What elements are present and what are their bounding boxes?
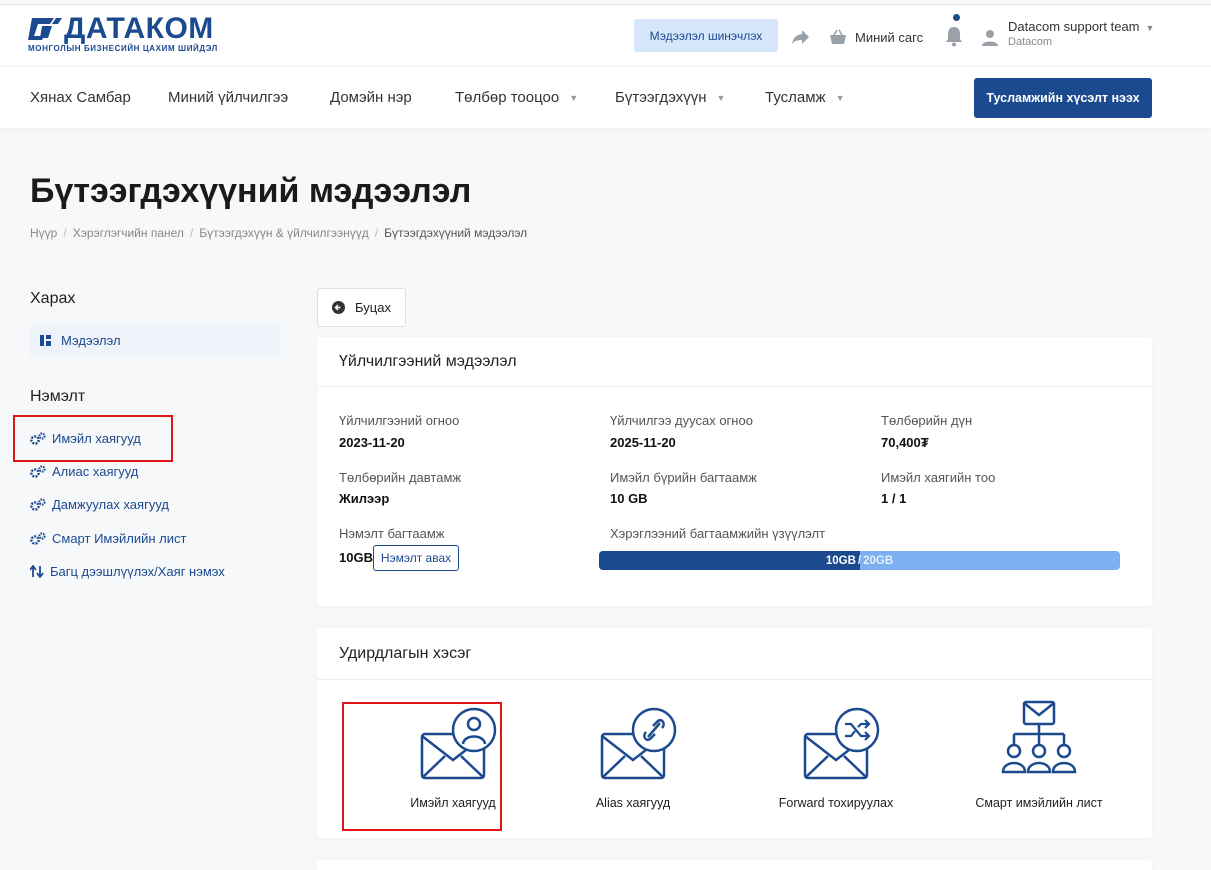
chevron-down-icon: ▼ bbox=[835, 92, 845, 103]
tool-forward-setup[interactable]: Forward тохируулах bbox=[756, 698, 916, 828]
field-value: 10 GB bbox=[610, 491, 648, 506]
buy-extra-capacity-button[interactable]: Нэмэлт авах bbox=[373, 545, 459, 571]
open-support-ticket-button[interactable]: Тусламжийн хүсэлт нээх bbox=[974, 78, 1152, 118]
nav-dashboard[interactable]: Хянах Самбар bbox=[30, 89, 131, 106]
usage-used: 10GB bbox=[825, 554, 856, 567]
update-info-button[interactable]: Мэдээлэл шинэчлэх bbox=[634, 19, 778, 52]
breadcrumb-products[interactable]: Бүтээгдэхүүн & үйлчилгээнүүд bbox=[199, 226, 369, 240]
back-button[interactable]: Буцах bbox=[317, 288, 406, 327]
email-link-icon bbox=[600, 707, 677, 780]
sidebar-item-info[interactable]: Мэдээлэл bbox=[30, 324, 280, 357]
field-label: Төлбөрийн давтамж bbox=[339, 470, 462, 485]
nav-support[interactable]: Тусламж ▼ bbox=[765, 89, 845, 106]
chevron-down-icon: ▼ bbox=[716, 92, 726, 103]
gears-icon bbox=[30, 465, 46, 478]
sidebar-item-upgrade-package[interactable]: Багц дээшлүүлэх/Хаяг нэмэх bbox=[30, 564, 225, 579]
extra-capacity-label: Нэмэлт багтаамж bbox=[339, 526, 445, 541]
tool-alias-addresses[interactable]: Alias хаягууд bbox=[553, 698, 713, 828]
gears-icon bbox=[30, 532, 46, 545]
tool-smart-email-list[interactable]: Смарт имэйлийн лист bbox=[959, 698, 1119, 828]
field-label: Имэйл хаягийн тоо bbox=[881, 470, 996, 485]
sidebar-extra-heading: Нэмэлт bbox=[30, 388, 86, 405]
share-arrow-icon[interactable] bbox=[792, 29, 810, 45]
usage-total: 20GB bbox=[863, 554, 894, 567]
usage-progress-bar: 10GB / 20GB bbox=[599, 551, 1120, 570]
sidebar-item-alias-addresses[interactable]: Алиас хаягууд bbox=[30, 464, 138, 479]
logo-mark-icon bbox=[28, 18, 62, 40]
highlight-box bbox=[13, 415, 173, 462]
arrow-left-circle-icon bbox=[332, 301, 346, 314]
breadcrumb-client-area[interactable]: Хэрэглэгчийн панел bbox=[73, 226, 184, 240]
dashboard-icon bbox=[40, 335, 51, 346]
service-info-heading: Үйлчилгээний мэдээлэл bbox=[317, 337, 1152, 387]
highlight-box bbox=[342, 702, 502, 831]
field-value: 70,400₮ bbox=[881, 435, 929, 450]
field-label: Имэйл бүрийн багтаамж bbox=[610, 470, 757, 485]
page-title: Бүтээгдэхүүний мэдээлэл bbox=[30, 172, 472, 210]
bell-icon[interactable] bbox=[945, 25, 963, 47]
cart-label: Миний сагс bbox=[855, 29, 924, 45]
sort-arrows-icon bbox=[30, 565, 44, 578]
my-cart-link[interactable]: Миний сагс bbox=[829, 29, 923, 45]
notification-dot bbox=[953, 14, 960, 21]
nav-billing[interactable]: Төлбөр тооцоо ▼ bbox=[455, 89, 578, 106]
usage-progress-text: 10GB / 20GB bbox=[599, 551, 1120, 570]
next-card bbox=[317, 860, 1152, 870]
gears-icon bbox=[30, 498, 46, 511]
logo-text: ДАТАКОМ bbox=[64, 12, 214, 45]
breadcrumb-separator: / bbox=[189, 226, 194, 240]
chevron-down-icon: ▼ bbox=[569, 92, 579, 103]
breadcrumb-home[interactable]: Нүүр bbox=[30, 226, 57, 240]
field-value: Жилээр bbox=[339, 491, 390, 506]
logo-subtitle: МОНГОЛЫН БИЗНЕСИЙН ЦАХИМ ШИЙДЭЛ bbox=[28, 44, 218, 53]
field-label: Төлбөрийн дүн bbox=[881, 413, 973, 428]
top-header: ДАТАКОМ МОНГОЛЫН БИЗНЕСИЙН ЦАХИМ ШИЙДЭЛ … bbox=[0, 4, 1211, 66]
field-label: Үйлчилгээний огноо bbox=[339, 413, 460, 428]
sidebar-item-forward-addresses[interactable]: Дамжуулах хаягууд bbox=[30, 497, 169, 512]
nav-my-services[interactable]: Миний үйлчилгээ bbox=[168, 89, 288, 106]
email-group-icon bbox=[1001, 700, 1077, 774]
user-menu[interactable]: Datacom support team Datacom ▼ bbox=[982, 19, 1154, 49]
user-name: Datacom support team bbox=[1008, 19, 1140, 34]
basket-icon bbox=[830, 29, 846, 44]
main-nav: Хянах Самбар Миний үйлчилгээ Домэйн нэр … bbox=[0, 66, 1211, 128]
usage-label: Хэрэглээний багтаамжийн үзүүлэлт bbox=[610, 526, 826, 541]
breadcrumb-current: Бүтээгдэхүүний мэдээлэл bbox=[384, 226, 528, 240]
field-value: 2025-11-20 bbox=[610, 435, 676, 450]
extra-capacity-value: 10GB bbox=[339, 550, 373, 565]
nav-domains[interactable]: Домэйн нэр bbox=[330, 89, 412, 106]
management-heading: Удирдлагын хэсэг bbox=[317, 628, 1152, 680]
usage-separator: / bbox=[857, 554, 862, 567]
breadcrumb-separator: / bbox=[63, 226, 67, 240]
user-org: Datacom bbox=[1008, 36, 1053, 48]
breadcrumb-separator: / bbox=[374, 226, 379, 240]
field-label: Үйлчилгээ дуусах огноо bbox=[610, 413, 753, 428]
breadcrumb: Нүүр / Хэрэглэгчийн панел / Бүтээгдэхүүн… bbox=[30, 226, 527, 240]
field-value: 2023-11-20 bbox=[339, 435, 405, 450]
service-info-card: Үйлчилгээний мэдээлэл Үйлчилгээний огноо… bbox=[317, 337, 1152, 606]
email-forward-icon bbox=[803, 707, 880, 780]
nav-products[interactable]: Бүтээгдэхүүн ▼ bbox=[615, 89, 725, 106]
sidebar-view-heading: Харах bbox=[30, 290, 76, 307]
datacom-logo[interactable]: ДАТАКОМ МОНГОЛЫН БИЗНЕСИЙН ЦАХИМ ШИЙДЭЛ bbox=[28, 12, 218, 53]
chevron-down-icon: ▼ bbox=[1145, 23, 1155, 33]
sidebar-item-smart-email-list[interactable]: Смарт Имэйлийн лист bbox=[30, 531, 186, 546]
user-icon bbox=[982, 30, 998, 46]
field-value: 1 / 1 bbox=[881, 491, 907, 506]
